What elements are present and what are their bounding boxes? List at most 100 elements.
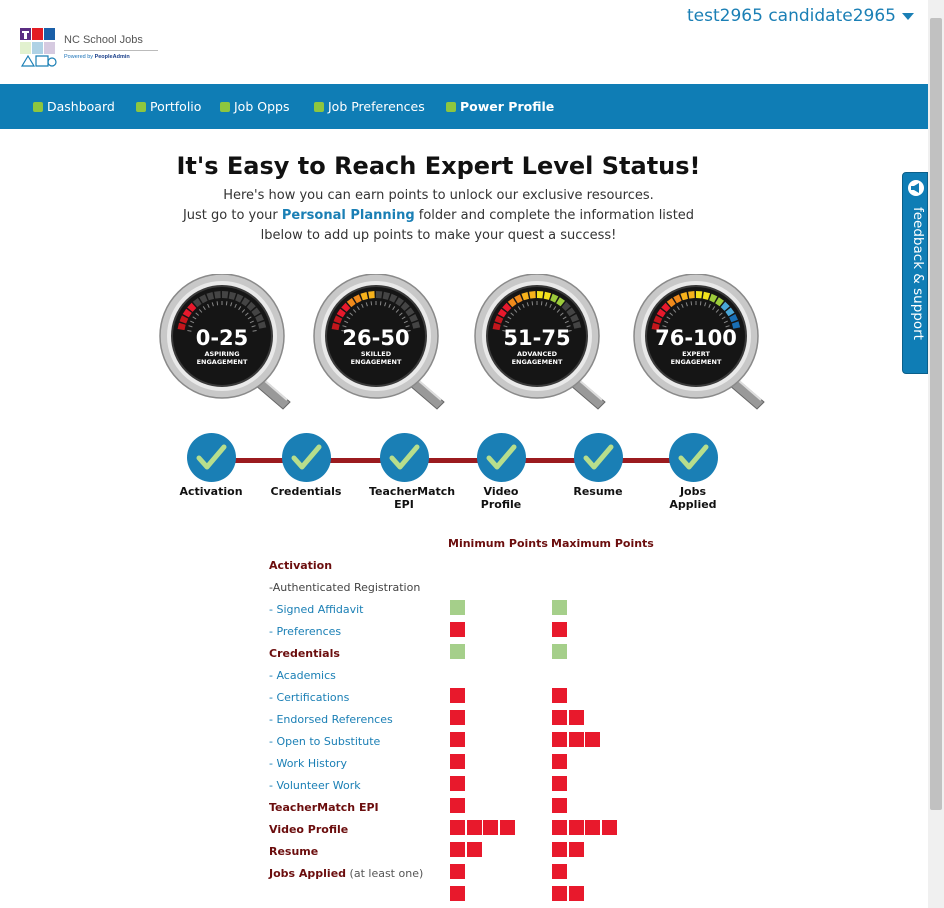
step-video-profile[interactable] xyxy=(477,433,526,482)
nav-item-label: Power Profile xyxy=(460,99,555,114)
logo-name: NC School Jobs xyxy=(64,34,143,46)
points-row-label: Video Profile xyxy=(269,823,349,836)
point-box xyxy=(552,622,567,637)
user-menu[interactable]: test2965 candidate2965 xyxy=(687,4,914,28)
point-box xyxy=(450,688,465,703)
points-row-label[interactable]: - Academics xyxy=(269,669,336,682)
max-points-boxes xyxy=(552,754,569,770)
gauge: 76-100 EXPERT ENGAGEMENT xyxy=(629,274,779,410)
gauge-level-label: EXPERT xyxy=(682,350,710,358)
page: NC School Jobs Powered by PeopleAdmin te… xyxy=(0,0,944,908)
step-jobs-applied[interactable] xyxy=(669,433,718,482)
green-square-icon xyxy=(314,101,324,112)
step-credentials[interactable] xyxy=(282,433,331,482)
nav-item-dashboard[interactable]: Dashboard xyxy=(33,84,115,129)
max-points-boxes xyxy=(552,842,585,858)
scrollbar-thumb[interactable] xyxy=(930,18,942,810)
gauge-level-label: ENGAGEMENT xyxy=(197,358,248,366)
megaphone-icon xyxy=(908,180,924,196)
feedback-support-tab[interactable]: feedback & support xyxy=(902,172,928,374)
point-box xyxy=(450,644,465,659)
point-box xyxy=(552,644,567,659)
points-row-label[interactable]: - Certifications xyxy=(269,691,349,704)
step-label: TeacherMatch EPI xyxy=(369,485,456,511)
point-box xyxy=(450,710,465,725)
checkmark-icon xyxy=(291,444,322,470)
points-row-label[interactable]: - Signed Affidavit xyxy=(269,603,363,616)
nc-school-jobs-logo[interactable]: NC School Jobs Powered by PeopleAdmin xyxy=(18,26,158,72)
magnifier-gauge-icon: 0-25ASPIRINGENGAGEMENT xyxy=(159,274,291,410)
points-row-label[interactable]: - Open to Substitute xyxy=(269,735,380,748)
gauge-range: 51-75 xyxy=(503,326,570,350)
checkmark-icon xyxy=(389,444,420,470)
nav-item-job-opps[interactable]: Job Opps xyxy=(220,84,289,129)
point-box xyxy=(552,864,567,879)
point-box xyxy=(450,820,465,835)
nav-item-label: Portfolio xyxy=(150,99,202,114)
step-label: Video Profile xyxy=(480,485,522,511)
min-points-boxes xyxy=(450,820,516,836)
max-points-boxes xyxy=(552,820,618,836)
intro-line-3: lbelow to add up points to make your que… xyxy=(260,228,617,243)
point-box xyxy=(552,798,567,813)
step-resume[interactable] xyxy=(574,433,623,482)
point-box xyxy=(568,842,584,857)
gauge-range: 26-50 xyxy=(342,326,409,350)
gauge: 51-75 ADVANCED ENGAGEMENT xyxy=(470,274,620,410)
min-points-boxes xyxy=(450,644,467,660)
point-box xyxy=(585,732,600,747)
gauge-level-label: ADVANCED xyxy=(517,350,558,358)
points-row-label: Activation xyxy=(269,559,333,572)
checkmark-icon xyxy=(196,444,227,470)
point-box xyxy=(552,820,567,835)
point-box xyxy=(552,842,567,857)
points-row-label[interactable]: - Endorsed References xyxy=(269,713,393,726)
intro-line-2: Just go to your Personal Planning folder… xyxy=(182,208,695,223)
min-points-boxes xyxy=(450,732,467,748)
point-box xyxy=(552,732,567,747)
point-box xyxy=(499,820,515,835)
gauge-level-label: SKILLED xyxy=(361,350,392,358)
gauge: 26-50 SKILLED ENGAGEMENT xyxy=(309,274,459,410)
nav-item-job-preferences[interactable]: Job Preferences xyxy=(314,84,425,129)
points-row-label: TeacherMatch EPI xyxy=(269,801,379,814)
caret-down-icon xyxy=(901,12,914,20)
min-points-boxes xyxy=(450,842,483,858)
green-square-icon xyxy=(446,101,456,112)
step-activation[interactable] xyxy=(187,433,236,482)
nav-item-label: Job Preferences xyxy=(328,99,425,114)
points-row-label[interactable]: - Work History xyxy=(269,757,347,770)
main-nav: Dashboard Portfolio Job Opps Job Prefere… xyxy=(0,84,928,129)
points-row-label[interactable]: - Volunteer Work xyxy=(269,779,361,792)
feedback-label: feedback & support xyxy=(910,207,926,340)
step-teachermatch-epi[interactable] xyxy=(380,433,429,482)
nav-item-portfolio[interactable]: Portfolio xyxy=(136,84,201,129)
logo-divider xyxy=(64,50,158,51)
point-box xyxy=(466,820,482,835)
user-name: test2965 candidate2965 xyxy=(687,6,896,26)
gauge-level-label: ENGAGEMENT xyxy=(671,358,722,366)
point-box xyxy=(585,820,600,835)
points-row-label: -Authenticated Registration xyxy=(269,581,421,594)
max-points-boxes xyxy=(552,644,569,660)
nav-item-power-profile[interactable]: Power Profile xyxy=(446,84,554,129)
points-row-label[interactable]: - Preferences xyxy=(269,625,341,638)
max-points-boxes xyxy=(552,732,602,748)
points-row-label: Resume xyxy=(269,845,319,858)
point-box xyxy=(450,776,465,791)
min-points-boxes xyxy=(450,776,467,792)
point-box xyxy=(552,754,567,769)
intro-line-1: Here's how you can earn points to unlock… xyxy=(223,188,654,203)
max-points-boxes xyxy=(552,710,585,726)
point-box xyxy=(568,710,584,725)
min-points-boxes xyxy=(450,864,467,880)
point-box xyxy=(568,820,584,835)
gauge-range: 76-100 xyxy=(655,326,737,350)
step-label: Jobs Applied xyxy=(669,485,717,511)
min-points-boxes xyxy=(450,754,467,770)
max-points-boxes xyxy=(552,864,569,880)
points-row-label: Credentials xyxy=(269,647,340,660)
logo-powered-by: Powered by PeopleAdmin xyxy=(64,54,130,60)
checkmark-icon xyxy=(486,444,517,470)
personal-planning-link[interactable]: Personal Planning xyxy=(282,208,415,223)
